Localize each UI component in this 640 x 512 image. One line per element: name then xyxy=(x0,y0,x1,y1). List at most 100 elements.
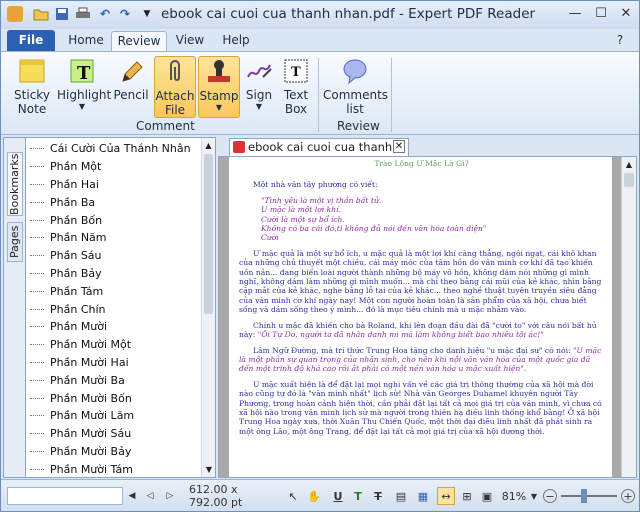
snapshot-icon[interactable]: ▦ xyxy=(415,487,431,505)
bookmark-item[interactable]: Cái Cười Của Thánh Nhân xyxy=(30,140,200,158)
tree-line xyxy=(30,148,44,150)
bookmark-item[interactable]: Phần Năm xyxy=(30,229,200,247)
bookmark-item[interactable]: Phần Mười Ba xyxy=(30,371,200,389)
zoom-slider-thumb[interactable] xyxy=(580,489,587,503)
attach-label2: File xyxy=(164,103,186,117)
paragraph: Ư mặc quả là một sự bổ ích, u mặc quả là… xyxy=(239,248,602,315)
scroll-up-icon[interactable]: ▲ xyxy=(202,141,215,150)
scroll-up-icon[interactable]: ▲ xyxy=(622,160,636,169)
tab-pages[interactable]: Pages xyxy=(7,222,23,262)
bookmark-item[interactable]: Phần Bảy xyxy=(30,265,200,283)
bookmark-item[interactable]: Phần Một xyxy=(30,158,200,176)
scrollbar-thumb[interactable] xyxy=(204,154,213,314)
bookmark-item[interactable]: Phần Mười Một xyxy=(30,336,200,354)
poem: "Tình yêu là một vị thần bất tử. U mặc l… xyxy=(239,196,604,243)
bookmark-label: Phần Sáu xyxy=(50,249,102,263)
print-icon[interactable] xyxy=(75,6,91,22)
fit-page-icon[interactable]: ⊞ xyxy=(459,487,475,505)
open-icon[interactable] xyxy=(33,6,49,22)
scrollbar-thumb[interactable] xyxy=(624,173,634,187)
close-tab-icon[interactable]: ✕ xyxy=(393,140,405,153)
pencil-label: Pencil xyxy=(113,88,149,102)
comments-list-button[interactable]: Comments list xyxy=(323,56,389,118)
poem-line: Cười xyxy=(261,233,279,243)
bookmark-item[interactable]: Phần Ba xyxy=(30,193,200,211)
text-select-icon[interactable]: ▤ xyxy=(393,487,409,505)
sticky-note-button[interactable]: Sticky Note xyxy=(11,56,53,118)
bookmark-label: Phần Chín xyxy=(50,302,106,316)
bookmark-item[interactable]: Phần Tám xyxy=(30,282,200,300)
bookmark-item[interactable]: Phần Mười xyxy=(30,318,200,336)
redo-icon[interactable]: ↷ xyxy=(117,6,133,22)
bookmark-item[interactable]: Phần Mười Hai xyxy=(30,354,200,372)
pencil-button[interactable]: Pencil xyxy=(111,56,151,118)
sign-dropdown-icon[interactable]: ▼ xyxy=(243,102,275,111)
help-icon[interactable]: ? xyxy=(607,31,633,51)
tab-home[interactable]: Home xyxy=(63,31,109,51)
highlight-icon: T xyxy=(67,56,97,86)
bookmark-label: Phần Mười Sáu xyxy=(50,427,132,441)
bookmark-scrollbar[interactable]: ▲ ▼ xyxy=(201,138,215,477)
page-number-input[interactable] xyxy=(7,487,123,505)
tab-view[interactable]: View xyxy=(169,31,211,51)
strikeout-tool-icon[interactable]: T xyxy=(371,487,385,505)
bookmark-label: Phần Ba xyxy=(50,195,96,209)
save-icon[interactable] xyxy=(54,6,70,22)
undo-icon[interactable]: ↶ xyxy=(97,6,113,22)
bookmark-item[interactable]: Phần Sáu xyxy=(30,247,200,265)
quick-access-dropdown-icon[interactable]: ▼ xyxy=(139,6,155,22)
pdf-icon xyxy=(233,141,245,153)
bookmark-label: Phần Mười xyxy=(50,320,108,334)
bookmark-label: Phần Hai xyxy=(50,177,99,191)
minimize-icon[interactable]: — xyxy=(567,6,583,22)
text-label2: Box xyxy=(284,102,308,116)
attach-file-button[interactable]: Attach File xyxy=(154,56,196,118)
bookmark-item[interactable]: Phần Mười Bảy xyxy=(30,443,200,461)
sticky-note-icon xyxy=(17,56,47,86)
comments-label: Comments xyxy=(323,88,389,102)
tree-line xyxy=(30,450,44,452)
bookmark-item[interactable]: Phần Mười Lăm xyxy=(30,407,200,425)
zoom-dropdown-icon[interactable]: ▼ xyxy=(529,487,539,505)
hand-tool-icon[interactable]: ✋ xyxy=(307,487,321,505)
zoom-in-icon[interactable]: + xyxy=(621,489,635,503)
highlight-button[interactable]: T Highlight ▼ xyxy=(57,56,111,118)
tab-bookmarks[interactable]: Bookmarks xyxy=(7,152,23,216)
highlight-tool-icon[interactable]: T xyxy=(351,487,365,505)
paragraph: Lâm Ngữ Đường, mà trí thức Trung Hoa tặn… xyxy=(239,346,604,374)
tab-file[interactable]: File xyxy=(7,30,55,51)
document-scrollbar[interactable]: ▲ xyxy=(621,157,636,477)
underline-tool-icon[interactable]: U xyxy=(331,487,345,505)
scroll-down-icon[interactable]: ▼ xyxy=(202,465,216,474)
actual-size-icon[interactable]: ▣ xyxy=(479,487,495,505)
cursor-icon[interactable]: ↖ xyxy=(286,487,300,505)
next-page-icon[interactable]: ▷ xyxy=(163,487,177,505)
sign-button[interactable]: Sign ▼ xyxy=(243,56,275,118)
bookmark-item[interactable]: Phần Mười Tám xyxy=(30,460,200,475)
fit-width-icon[interactable]: ↔ xyxy=(437,487,455,505)
document-view[interactable]: Trào Lộng Ư Mặc Là Gì? Một nhà văn tây p… xyxy=(218,156,637,478)
bookmark-item[interactable]: Phần Chín xyxy=(30,300,200,318)
zoom-slider[interactable] xyxy=(561,487,617,505)
text-box-button[interactable]: T Text Box xyxy=(279,56,313,118)
close-icon[interactable]: ✕ xyxy=(618,6,634,22)
prev-page-icon[interactable]: ◁ xyxy=(143,487,157,505)
highlight-dropdown-icon[interactable]: ▼ xyxy=(57,102,107,111)
group-review-label: Review xyxy=(337,119,380,133)
pencil-icon xyxy=(116,56,146,86)
stamp-dropdown-icon[interactable]: ▼ xyxy=(199,103,239,112)
zoom-slider-track xyxy=(561,489,617,503)
stamp-button[interactable]: Stamp ▼ xyxy=(198,56,240,118)
first-page-icon[interactable]: ◀ xyxy=(125,487,139,505)
tree-line xyxy=(30,433,44,435)
tab-review[interactable]: Review xyxy=(111,31,167,51)
tab-help[interactable]: Help xyxy=(215,31,257,51)
maximize-icon[interactable]: ☐ xyxy=(593,6,609,22)
zoom-out-icon[interactable]: − xyxy=(543,489,557,503)
document-tab[interactable]: ebook cai cuoi cua thanh nhan.pdf ✕ xyxy=(229,138,409,170)
bookmark-item[interactable]: Phần Mười Bốn xyxy=(30,389,200,407)
bookmark-item[interactable]: Phần Hai xyxy=(30,176,200,194)
bookmark-item[interactable]: Phần Bốn xyxy=(30,211,200,229)
tree-line xyxy=(30,255,44,257)
bookmark-item[interactable]: Phần Mười Sáu xyxy=(30,425,200,443)
